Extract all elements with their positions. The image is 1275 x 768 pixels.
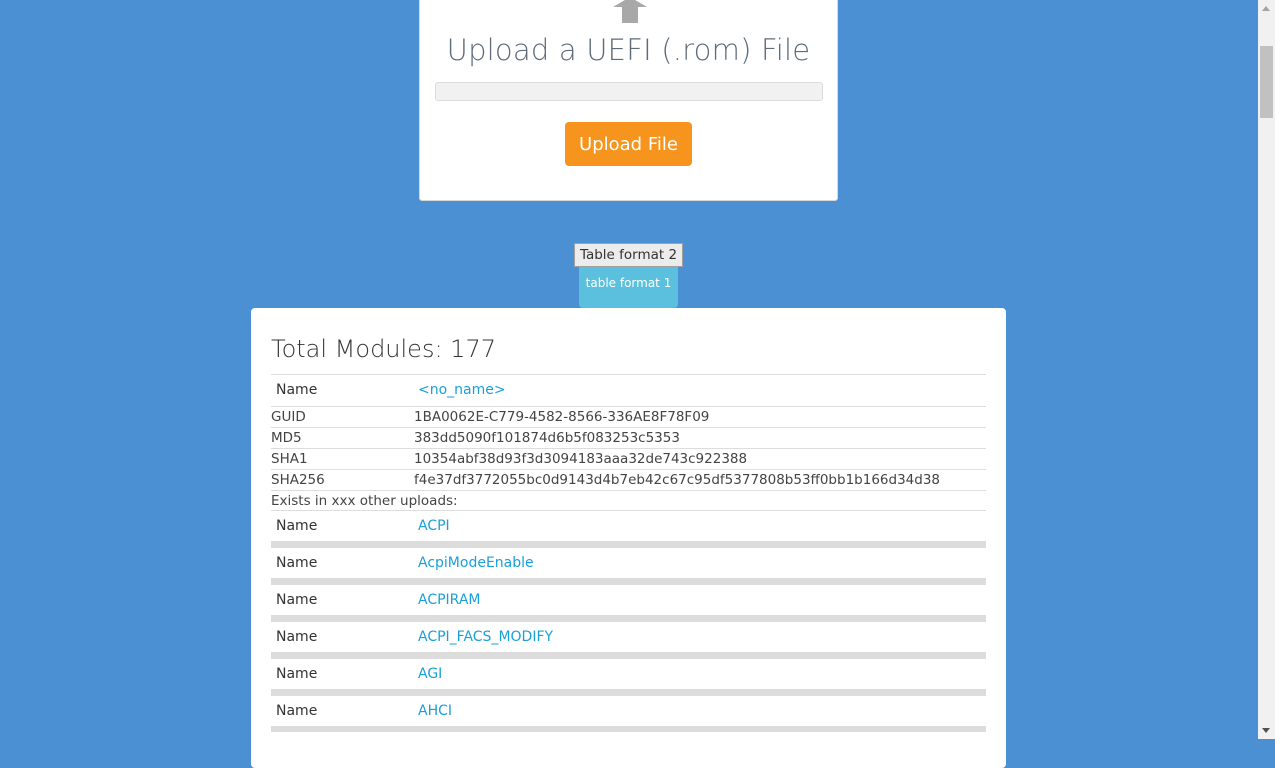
table-row: Name AHCI: [271, 695, 986, 726]
name-label: Name: [276, 382, 318, 398]
name-label: Name: [276, 629, 318, 645]
table-row: Name ACPI_FACS_MODIFY: [271, 621, 986, 652]
upload-file-button[interactable]: Upload File: [565, 122, 692, 166]
field-key: SHA256: [271, 472, 325, 488]
table-row: Name <no_name>: [271, 374, 986, 406]
module-link[interactable]: <no_name>: [418, 382, 506, 398]
vertical-scrollbar[interactable]: [1258, 0, 1275, 739]
field-value: 10354abf38d93f3d3094183aaa32de743c922388: [414, 451, 748, 467]
module-link[interactable]: AGI: [418, 666, 442, 682]
guid-row: GUID 1BA0062E-C779-4582-8566-336AE8F78F0…: [271, 406, 986, 427]
field-key: SHA1: [271, 451, 308, 467]
total-modules-heading: Total Modules: 177: [271, 335, 496, 363]
field-key: MD5: [271, 430, 302, 446]
scroll-down-icon[interactable]: [1262, 728, 1270, 733]
upload-arrow-icon: [613, 0, 647, 23]
field-value: 1BA0062E-C779-4582-8566-336AE8F78F09: [414, 409, 710, 425]
module-link[interactable]: AHCI: [418, 703, 452, 719]
module-link[interactable]: ACPIRAM: [418, 592, 481, 608]
table-row: Name ACPIRAM: [271, 584, 986, 615]
table-format-2-button[interactable]: Table format 2: [574, 243, 683, 267]
table-row: Name ACPI: [271, 510, 986, 541]
field-value: f4e37df3772055bc0d9143d4b7eb42c67c95df53…: [414, 472, 940, 488]
name-label: Name: [276, 518, 318, 534]
sha256-row: SHA256 f4e37df3772055bc0d9143d4b7eb42c67…: [271, 469, 986, 490]
row-divider: [271, 726, 986, 732]
md5-row: MD5 383dd5090f101874d6b5f083253c5353: [271, 427, 986, 448]
module-link[interactable]: AcpiModeEnable: [418, 555, 534, 571]
module-link[interactable]: ACPI: [418, 518, 450, 534]
table-row: Name AcpiModeEnable: [271, 547, 986, 578]
field-value: 383dd5090f101874d6b5f083253c5353: [414, 430, 680, 446]
table-row: Name AGI: [271, 658, 986, 689]
upload-card: Upload a UEFI (.rom) File Upload File: [419, 0, 838, 201]
modules-table: Name <no_name> GUID 1BA0062E-C779-4582-8…: [271, 374, 986, 732]
table-format-1-button[interactable]: table format 1: [579, 267, 678, 308]
field-key: GUID: [271, 409, 306, 425]
module-link[interactable]: ACPI_FACS_MODIFY: [418, 629, 553, 645]
name-label: Name: [276, 666, 318, 682]
name-label: Name: [276, 592, 318, 608]
results-panel: Total Modules: 177 Name <no_name> GUID 1…: [251, 308, 1006, 768]
name-label: Name: [276, 703, 318, 719]
scroll-thumb[interactable]: [1260, 46, 1273, 118]
sha1-row: SHA1 10354abf38d93f3d3094183aaa32de743c9…: [271, 448, 986, 469]
upload-title: Upload a UEFI (.rom) File: [446, 33, 811, 67]
file-input[interactable]: [435, 82, 823, 101]
name-label: Name: [276, 555, 318, 571]
scroll-up-icon[interactable]: [1262, 6, 1270, 11]
exists-row: Exists in xxx other uploads:: [271, 490, 986, 510]
